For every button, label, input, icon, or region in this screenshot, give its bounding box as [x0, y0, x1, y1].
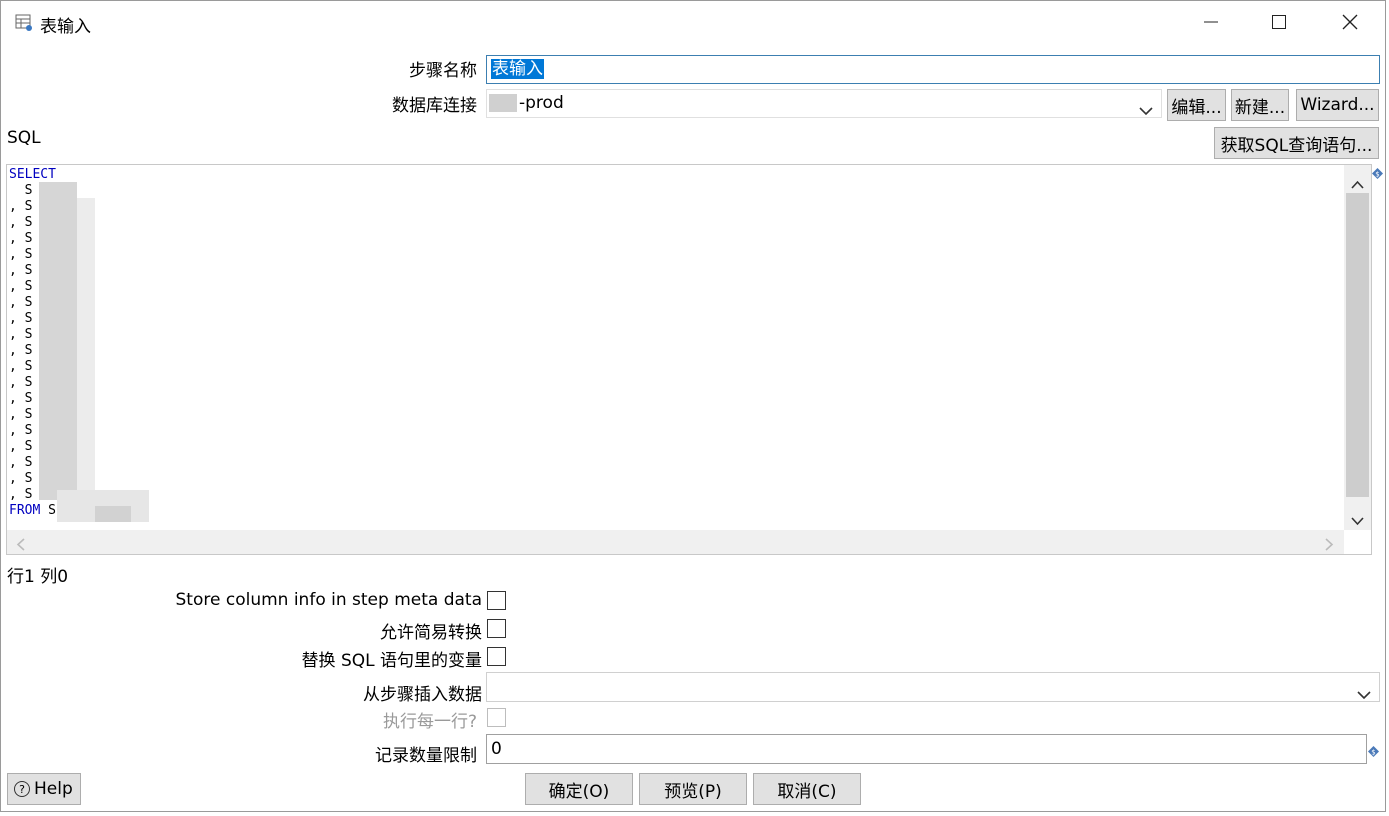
new-connection-button[interactable]: 新建...	[1231, 89, 1289, 121]
cancel-button[interactable]: 取消(C)	[753, 773, 861, 805]
variable-indicator-icon: $	[1368, 742, 1379, 762]
horizontal-scrollbar[interactable]	[7, 530, 1344, 554]
svg-text:$: $	[1371, 749, 1375, 757]
close-button[interactable]	[1315, 0, 1385, 44]
sql-keyword: FROM	[9, 503, 41, 518]
cursor-position: 行1 列0	[7, 567, 69, 587]
redacted-block	[489, 94, 517, 112]
minimize-button[interactable]	[1176, 0, 1246, 44]
chevron-down-icon	[1357, 682, 1371, 708]
step-name-value: 表输入	[491, 59, 544, 79]
scroll-down-icon[interactable]	[1351, 511, 1364, 531]
sql-line: FROM S	[9, 503, 56, 518]
vertical-scrollbar[interactable]	[1344, 165, 1371, 530]
db-connection-label: 数据库连接	[392, 96, 477, 116]
step-name-label: 步骤名称	[409, 61, 477, 81]
store-column-info-label: Store column info in step meta data	[175, 590, 482, 610]
limit-label: 记录数量限制	[375, 746, 477, 766]
chevron-down-icon	[1139, 98, 1153, 124]
insert-from-step-label: 从步骤插入数据	[363, 685, 482, 705]
maximize-button[interactable]	[1244, 0, 1314, 44]
lazy-conversion-checkbox[interactable]	[487, 619, 506, 638]
wizard-button[interactable]: Wizard...	[1296, 89, 1379, 121]
replace-variables-checkbox[interactable]	[487, 647, 506, 666]
redacted-area	[77, 198, 95, 500]
window-title: 表输入	[40, 17, 91, 37]
preview-button[interactable]: 预览(P)	[639, 773, 747, 805]
scrollbar-thumb[interactable]	[1346, 193, 1369, 497]
svg-text:$: $	[1375, 171, 1379, 179]
lazy-conversion-label: 允许简易转换	[380, 623, 482, 643]
execute-each-row-checkbox[interactable]	[487, 708, 506, 727]
db-connection-select[interactable]: -prod	[486, 89, 1162, 118]
db-connection-value: -prod	[519, 93, 564, 113]
scroll-right-icon[interactable]	[1325, 536, 1334, 554]
execute-each-row-label: 执行每一行?	[382, 712, 477, 732]
insert-from-step-select[interactable]	[486, 672, 1380, 702]
step-name-input[interactable]: 表输入	[486, 55, 1380, 84]
variable-indicator-icon: $	[1372, 164, 1383, 184]
scroll-left-icon[interactable]	[16, 536, 25, 554]
ok-button[interactable]: 确定(O)	[525, 773, 633, 805]
limit-input[interactable]: 0	[486, 734, 1367, 764]
help-label: Help	[34, 779, 73, 799]
help-icon: ?	[14, 781, 30, 797]
scroll-up-icon[interactable]	[1351, 174, 1364, 194]
help-button[interactable]: ? Help	[7, 773, 81, 805]
redacted-area	[95, 506, 131, 522]
limit-value: 0	[491, 739, 502, 759]
redacted-area	[39, 182, 77, 500]
app-icon	[15, 14, 33, 32]
sql-editor[interactable]: SELECT S, S, S, S, S, S, S, S, S, S, S, …	[6, 164, 1372, 555]
store-column-info-checkbox[interactable]	[487, 591, 506, 610]
get-sql-button[interactable]: 获取SQL查询语句...	[1214, 127, 1379, 159]
edit-connection-button[interactable]: 编辑...	[1167, 89, 1226, 121]
sql-line: SELECT	[9, 167, 56, 183]
sql-keyword: SELECT	[9, 167, 56, 182]
replace-variables-label: 替换 SQL 语句里的变量	[301, 651, 482, 671]
sql-label: SQL	[7, 128, 41, 148]
